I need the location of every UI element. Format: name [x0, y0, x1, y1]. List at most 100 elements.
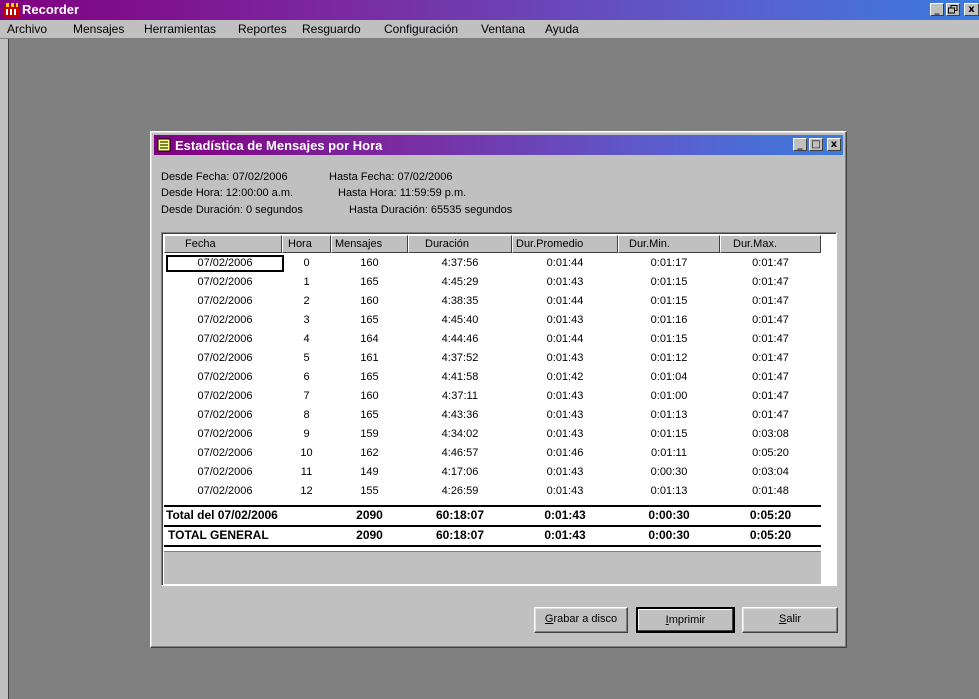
cell-dur-promedio[interactable]: 0:01:43 [512, 407, 618, 424]
cell-dur-max[interactable]: 0:01:47 [720, 388, 821, 405]
table-row[interactable]: 07/02/2006 12 155 4:26:59 0:01:43 0:01:13 0:01… [164, 483, 821, 500]
cell-duracion[interactable]: 4:45:40 [408, 312, 512, 329]
grabar-a-disco-button[interactable]: Grabar a disco [534, 607, 628, 633]
cell-dur-max[interactable]: 0:05:20 [720, 445, 821, 462]
table-row[interactable]: 07/02/2006 2 160 4:38:35 0:01:44 0:01:15 0:01:… [164, 293, 821, 310]
column-header-dur-min[interactable]: Dur.Min. [618, 235, 720, 253]
cell-fecha[interactable]: 07/02/2006 [166, 255, 284, 272]
dialog-minimize-button[interactable]: _ [793, 138, 807, 151]
menu-configuracion[interactable]: Configuración [384, 22, 458, 36]
cell-mensajes[interactable]: 164 [331, 331, 408, 348]
imprimir-button[interactable]: Imprimir [636, 607, 735, 633]
cell-dur-max[interactable]: 0:01:47 [720, 312, 821, 329]
menu-reportes[interactable]: Reportes [238, 22, 287, 36]
cell-fecha[interactable]: 07/02/2006 [166, 312, 284, 329]
cell-duracion[interactable]: 4:37:11 [408, 388, 512, 405]
column-header-dur-max[interactable]: Dur.Max. [720, 235, 821, 253]
cell-dur-promedio[interactable]: 0:01:43 [512, 274, 618, 291]
cell-fecha[interactable]: 07/02/2006 [166, 464, 284, 481]
cell-dur-promedio[interactable]: 0:01:43 [512, 350, 618, 367]
cell-dur-max[interactable]: 0:03:04 [720, 464, 821, 481]
cell-fecha[interactable]: 07/02/2006 [166, 445, 284, 462]
dialog-close-button[interactable]: x [827, 138, 841, 151]
cell-dur-promedio[interactable]: 0:01:42 [512, 369, 618, 386]
cell-fecha[interactable]: 07/02/2006 [166, 388, 284, 405]
cell-mensajes[interactable]: 165 [331, 407, 408, 424]
cell-mensajes[interactable]: 161 [331, 350, 408, 367]
cell-dur-max[interactable]: 0:01:47 [720, 255, 821, 272]
cell-dur-min[interactable]: 0:01:15 [618, 293, 720, 310]
cell-hora[interactable]: 4 [282, 331, 331, 348]
cell-mensajes[interactable]: 165 [331, 274, 408, 291]
cell-dur-max[interactable]: 0:01:48 [720, 483, 821, 500]
cell-hora[interactable]: 6 [282, 369, 331, 386]
column-header-dur-promedio[interactable]: Dur.Promedio [512, 235, 618, 253]
cell-duracion[interactable]: 4:38:35 [408, 293, 512, 310]
cell-mensajes[interactable]: 160 [331, 293, 408, 310]
cell-duracion[interactable]: 4:37:56 [408, 255, 512, 272]
cell-duracion[interactable]: 4:43:36 [408, 407, 512, 424]
cell-dur-min[interactable]: 0:01:16 [618, 312, 720, 329]
menu-resguardo[interactable]: Resguardo [302, 22, 361, 36]
cell-hora[interactable]: 10 [282, 445, 331, 462]
column-header-duracion[interactable]: Duración [408, 235, 512, 253]
cell-duracion[interactable]: 4:44:46 [408, 331, 512, 348]
cell-dur-promedio[interactable]: 0:01:44 [512, 255, 618, 272]
cell-mensajes[interactable]: 165 [331, 369, 408, 386]
cell-dur-min[interactable]: 0:01:15 [618, 331, 720, 348]
cell-dur-promedio[interactable]: 0:01:44 [512, 293, 618, 310]
cell-hora[interactable]: 0 [282, 255, 331, 272]
menu-ayuda[interactable]: Ayuda [545, 22, 579, 36]
cell-dur-max[interactable]: 0:01:47 [720, 274, 821, 291]
column-header-mensajes[interactable]: Mensajes [331, 235, 408, 253]
salir-button[interactable]: Salir [742, 607, 838, 633]
app-restore-button[interactable] [946, 3, 960, 16]
cell-mensajes[interactable]: 155 [331, 483, 408, 500]
cell-mensajes[interactable]: 162 [331, 445, 408, 462]
cell-fecha[interactable]: 07/02/2006 [166, 293, 284, 310]
table-row[interactable]: 07/02/2006 10 162 4:46:57 0:01:46 0:01:11 0:05… [164, 445, 821, 462]
app-minimize-button[interactable]: _ [930, 3, 944, 16]
menu-archivo[interactable]: Archivo [7, 22, 47, 36]
menu-mensajes[interactable]: Mensajes [73, 22, 124, 36]
cell-dur-min[interactable]: 0:01:13 [618, 407, 720, 424]
cell-hora[interactable]: 12 [282, 483, 331, 500]
cell-fecha[interactable]: 07/02/2006 [166, 407, 284, 424]
column-header-hora[interactable]: Hora [282, 235, 331, 253]
cell-dur-min[interactable]: 0:01:15 [618, 274, 720, 291]
table-row[interactable]: 07/02/2006 7 160 4:37:11 0:01:43 0:01:00 0:01:… [164, 388, 821, 405]
menu-herramientas[interactable]: Herramientas [144, 22, 216, 36]
cell-fecha[interactable]: 07/02/2006 [166, 426, 284, 443]
cell-dur-max[interactable]: 0:01:47 [720, 350, 821, 367]
cell-mensajes[interactable]: 149 [331, 464, 408, 481]
cell-dur-max[interactable]: 0:01:47 [720, 293, 821, 310]
cell-dur-max[interactable]: 0:01:47 [720, 407, 821, 424]
cell-hora[interactable]: 7 [282, 388, 331, 405]
cell-dur-min[interactable]: 0:00:30 [618, 464, 720, 481]
table-row[interactable]: 07/02/2006 5 161 4:37:52 0:01:43 0:01:12 0:01:… [164, 350, 821, 367]
cell-mensajes[interactable]: 165 [331, 312, 408, 329]
cell-dur-promedio[interactable]: 0:01:43 [512, 426, 618, 443]
cell-fecha[interactable]: 07/02/2006 [166, 369, 284, 386]
cell-dur-promedio[interactable]: 0:01:43 [512, 483, 618, 500]
cell-fecha[interactable]: 07/02/2006 [166, 331, 284, 348]
table-row[interactable]: 07/02/2006 4 164 4:44:46 0:01:44 0:01:15 0:01:… [164, 331, 821, 348]
cell-duracion[interactable]: 4:34:02 [408, 426, 512, 443]
table-row[interactable]: 07/02/2006 6 165 4:41:58 0:01:42 0:01:04 0:01:… [164, 369, 821, 386]
cell-dur-min[interactable]: 0:01:17 [618, 255, 720, 272]
cell-duracion[interactable]: 4:41:58 [408, 369, 512, 386]
cell-mensajes[interactable]: 160 [331, 388, 408, 405]
cell-hora[interactable]: 9 [282, 426, 331, 443]
cell-hora[interactable]: 8 [282, 407, 331, 424]
cell-dur-min[interactable]: 0:01:12 [618, 350, 720, 367]
total-general-row[interactable]: TOTAL GENERAL 2090 60:18:07 0:01:43 0:00… [164, 527, 821, 544]
cell-dur-promedio[interactable]: 0:01:44 [512, 331, 618, 348]
cell-dur-min[interactable]: 0:01:15 [618, 426, 720, 443]
cell-hora[interactable]: 11 [282, 464, 331, 481]
cell-hora[interactable]: 2 [282, 293, 331, 310]
table-row[interactable]: 07/02/2006 9 159 4:34:02 0:01:43 0:01:15 0:03:… [164, 426, 821, 443]
cell-mensajes[interactable]: 160 [331, 255, 408, 272]
table-row[interactable]: 07/02/2006 3 165 4:45:40 0:01:43 0:01:16 0:01:… [164, 312, 821, 329]
cell-dur-promedio[interactable]: 0:01:46 [512, 445, 618, 462]
cell-dur-promedio[interactable]: 0:01:43 [512, 388, 618, 405]
